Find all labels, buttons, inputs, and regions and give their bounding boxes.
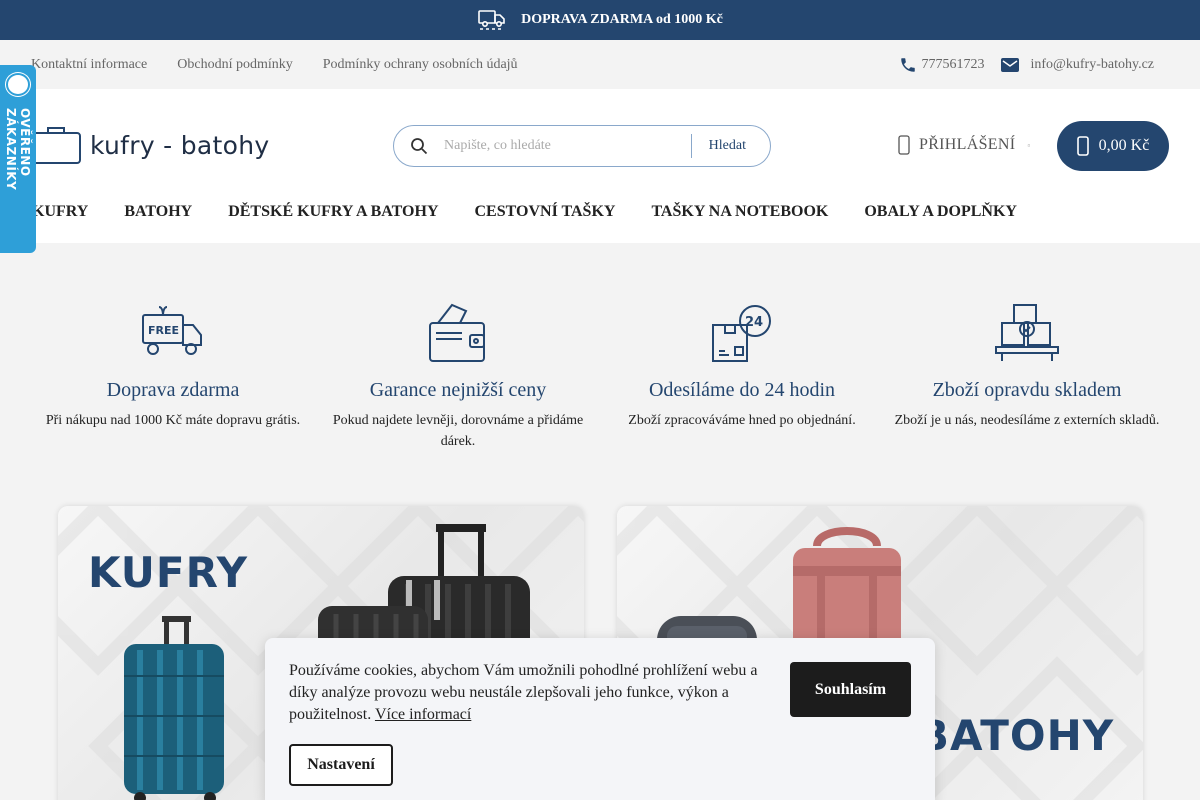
- feature-title: Garance nejnižší ceny: [369, 379, 547, 401]
- warehouse-icon: [890, 303, 1164, 363]
- cart-total: 0,00 Kč: [1098, 137, 1150, 154]
- promo-bar: DOPRAVA ZDARMA od 1000 Kč: [0, 0, 1200, 40]
- nav-item-accessories[interactable]: OBALY A DOPLŇKY: [864, 203, 1017, 221]
- feature-in-stock: Zboží opravdu skladem Zboží je u nás, ne…: [890, 243, 1164, 431]
- phone-icon: [901, 57, 916, 72]
- box-24h-icon: 24: [612, 303, 872, 363]
- phone-link[interactable]: 777561723: [899, 56, 984, 74]
- promo-text: DOPRAVA ZDARMA od 1000 Kč: [521, 12, 723, 27]
- email-address: info@kufry-batohy.cz: [1030, 56, 1154, 72]
- banner-title: BATOHY: [917, 711, 1115, 760]
- user-icon: [898, 135, 910, 155]
- free-delivery-icon: FREE: [30, 303, 316, 363]
- cookie-text: Používáme cookies, abychom Vám umožnili …: [289, 662, 758, 723]
- link-contact[interactable]: Kontaktní informace: [31, 57, 147, 73]
- nav-item-kufry[interactable]: KUFRY: [32, 203, 88, 221]
- login-button[interactable]: PŘIHLÁŠENÍ ▫: [897, 135, 1030, 155]
- nav-item-notebook-bags[interactable]: TAŠKY NA NOTEBOOK: [651, 203, 828, 221]
- cookie-accept-button[interactable]: Souhlasím: [790, 662, 911, 717]
- feature-title: Odesíláme do 24 hodin: [648, 379, 836, 401]
- features-row: FREE Doprava zdarma Při nákupu nad 1000 …: [0, 243, 1200, 503]
- feature-text: Pokud najdete levněji, dorovnáme a přidá…: [332, 413, 584, 449]
- feature-ship-24h: 24 Odesíláme do 24 hodin Zboží zpracováv…: [612, 243, 872, 431]
- svg-text:24: 24: [745, 315, 763, 330]
- suitcase-logo-icon: [31, 127, 81, 164]
- login-label: PŘIHLÁŠENÍ: [919, 136, 1016, 153]
- cart-icon: [1076, 136, 1089, 156]
- banner-title: KUFRY: [88, 548, 249, 597]
- cookie-message: Používáme cookies, abychom Vám umožnili …: [289, 660, 769, 726]
- wallet-icon: [328, 303, 588, 363]
- badge-text: OVĚŘENO ZÁKAZNÍKY: [4, 107, 32, 190]
- mail-icon: [1001, 57, 1020, 72]
- cart-button[interactable]: 0,00 Kč: [1057, 121, 1169, 171]
- link-terms[interactable]: Obchodní podmínky: [177, 57, 293, 73]
- teal-suitcase-image: [124, 616, 224, 800]
- badge-seal-icon: [6, 73, 30, 96]
- logo-text: kufry - batohy: [90, 130, 270, 160]
- feature-text: Při nákupu nad 1000 Kč máte dopravu grát…: [45, 413, 301, 428]
- info-bar: Kontaktní informace Obchodní podmínky Po…: [0, 40, 1200, 89]
- search-button[interactable]: Hledat: [692, 138, 770, 154]
- feature-lowest-price: Garance nejnižší ceny Pokud najdete levn…: [328, 243, 588, 452]
- feature-text: Zboží zpracováváme hned po objednání.: [628, 413, 856, 428]
- feature-title: Doprava zdarma: [106, 379, 240, 401]
- link-privacy[interactable]: Podmínky ochrany osobních údajů: [323, 57, 518, 73]
- search-icon: [394, 137, 444, 155]
- email-link[interactable]: info@kufry-batohy.cz: [1000, 57, 1154, 73]
- feature-title: Zboží opravdu skladem: [932, 379, 1122, 401]
- logo[interactable]: kufry - batohy: [30, 125, 269, 165]
- cookie-consent-dialog: Používáme cookies, abychom Vám umožnili …: [265, 638, 935, 800]
- feature-free-delivery: FREE Doprava zdarma Při nákupu nad 1000 …: [30, 243, 316, 431]
- chevron-down-icon: ▫: [1027, 140, 1031, 150]
- search-input[interactable]: [444, 138, 691, 154]
- nav-item-kids[interactable]: DĚTSKÉ KUFRY A BATOHY: [228, 203, 438, 221]
- phone-number: 777561723: [921, 56, 985, 72]
- search-box: Hledat: [393, 125, 771, 167]
- cookie-more-link[interactable]: Více informací: [375, 706, 471, 723]
- main-nav: KUFRY BATOHY DĚTSKÉ KUFRY A BATOHY CESTO…: [32, 203, 1017, 221]
- svg-text:FREE: FREE: [148, 324, 179, 337]
- truck-icon: [477, 8, 507, 32]
- nav-item-batohy[interactable]: BATOHY: [124, 203, 192, 221]
- header: kufry - batohy Hledat PŘIHLÁŠENÍ ▫ 0,00 …: [0, 89, 1200, 243]
- feature-text: Zboží je u nás, neodesíláme z externích …: [894, 413, 1160, 428]
- verified-customers-badge[interactable]: OVĚŘENO ZÁKAZNÍKY: [0, 65, 36, 253]
- cookie-settings-button[interactable]: Nastavení: [289, 744, 393, 786]
- nav-item-travel-bags[interactable]: CESTOVNÍ TAŠKY: [475, 203, 616, 221]
